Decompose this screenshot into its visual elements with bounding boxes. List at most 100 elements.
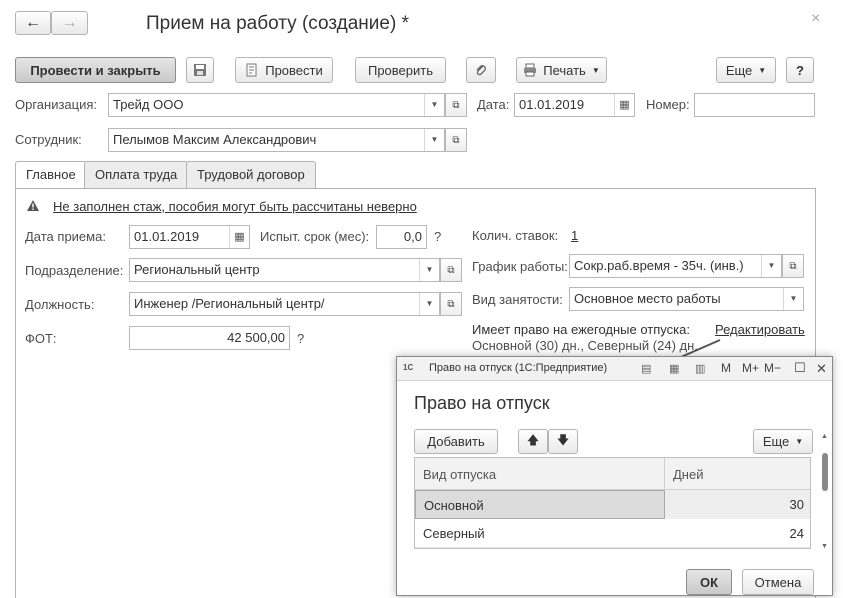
app-icon: 1С [403, 363, 414, 372]
calendar-icon[interactable]: ▦ [669, 362, 679, 375]
schedule-field[interactable]: Сокр.раб.время - 35ч. (инв.) ▼ [569, 254, 782, 278]
arrow-up-icon: 🡅 [526, 433, 540, 447]
close-icon[interactable]: ✕ [816, 361, 827, 377]
arrow-down-icon: 🡇 [556, 433, 570, 447]
post-doc-icon [246, 63, 257, 77]
position-field[interactable]: Инженер /Региональный центр/ ▼ [129, 292, 440, 316]
chevron-down-icon[interactable]: ▼ [761, 255, 781, 277]
table-row[interactable]: Северный 24 [415, 519, 810, 548]
employment-field[interactable]: Основное место работы ▼ [569, 287, 804, 311]
chevron-down-icon: ▼ [795, 437, 804, 446]
department-field[interactable]: Региональный центр ▼ [129, 258, 440, 282]
floppy-icon [194, 64, 206, 76]
open-department-button[interactable]: ⧉ [440, 258, 462, 282]
warning-icon [26, 199, 40, 215]
open-employee-button[interactable]: ⧉ [445, 128, 467, 152]
dialog-more-button[interactable]: Еще ▼ [753, 429, 813, 454]
table-cell-days[interactable]: 30 [665, 490, 810, 519]
print-button[interactable]: Печать ▼ [516, 57, 607, 83]
hire-date-label: Дата приема: [25, 229, 106, 244]
attach-button[interactable] [466, 57, 496, 83]
memory-minus-button[interactable]: M− [764, 361, 781, 375]
printer-icon [524, 63, 537, 77]
chevron-down-icon[interactable]: ▼ [783, 288, 803, 310]
close-icon[interactable]: × [811, 10, 820, 28]
open-schedule-button[interactable]: ⧉ [782, 254, 804, 278]
position-label: Должность: [25, 297, 95, 312]
check-button[interactable]: Проверить [355, 57, 446, 83]
scroll-thumb[interactable] [822, 453, 828, 491]
post-button[interactable]: Провести [235, 57, 333, 83]
arrow-right-icon: → [61, 14, 78, 31]
fot-help[interactable]: ? [297, 331, 304, 347]
table-cell-kind[interactable]: Северный [415, 519, 665, 547]
fot-label: ФОТ: [25, 331, 57, 346]
employee-label: Сотрудник: [15, 132, 82, 147]
number-field[interactable] [694, 93, 815, 117]
calendar-icon[interactable]: ▦ [614, 94, 634, 116]
doc-icon[interactable]: ▤ [641, 362, 651, 375]
memory-plus-button[interactable]: M+ [742, 361, 759, 375]
calendar-icon[interactable]: ▦ [229, 226, 249, 248]
chevron-down-icon[interactable]: ▼ [419, 259, 439, 281]
dialog-window-title: Право на отпуск (1С:Предприятие) [429, 362, 608, 374]
table-row[interactable]: Основной 30 [415, 490, 810, 519]
leave-table: Вид отпуска Дней Основной 30 Северный 24 [414, 457, 811, 549]
hire-date-field[interactable]: 01.01.2019 ▦ [129, 225, 250, 249]
table-scrollbar[interactable]: ▲ ▼ [821, 433, 829, 553]
chevron-down-icon[interactable]: ▼ [424, 129, 444, 151]
leave-rights-dialog: 1С Право на отпуск (1С:Предприятие) ▤ ▦ … [396, 356, 833, 596]
paperclip-icon [476, 65, 486, 76]
scroll-down-icon[interactable]: ▼ [821, 543, 828, 550]
page-title: Прием на работу (создание) * [146, 13, 409, 34]
employee-field[interactable]: Пелымов Максим Александрович ▼ [108, 128, 445, 152]
post-and-close-button[interactable]: Провести и закрыть [15, 57, 176, 83]
probation-help[interactable]: ? [434, 229, 441, 245]
add-button[interactable]: Добавить [414, 429, 498, 454]
tab-contract[interactable]: Трудовой договор [186, 161, 316, 188]
nav-forward-button[interactable]: → [51, 11, 88, 35]
chevron-down-icon: ▼ [758, 65, 767, 75]
tab-payment[interactable]: Оплата труда [84, 161, 189, 188]
move-down-button[interactable]: 🡇 [548, 429, 578, 454]
department-label: Подразделение: [25, 263, 124, 278]
more-button[interactable]: Еще ▼ [716, 57, 776, 83]
save-button[interactable] [186, 57, 214, 83]
maximize-icon[interactable]: ☐ [794, 360, 806, 376]
table-header: Вид отпуска Дней [415, 458, 810, 490]
dialog-titlebar: 1С Право на отпуск (1С:Предприятие) ▤ ▦ … [397, 357, 832, 381]
column-header-kind[interactable]: Вид отпуска [415, 458, 665, 489]
move-up-button[interactable]: 🡅 [518, 429, 548, 454]
probation-label: Испыт. срок (мес): [260, 229, 370, 244]
date-field[interactable]: 01.01.2019 ▦ [514, 93, 635, 117]
chevron-down-icon[interactable]: ▼ [419, 293, 439, 315]
calendar-grid-icon[interactable]: ▥ [695, 362, 705, 375]
leave-edit-link[interactable]: Редактировать [715, 322, 805, 337]
column-header-days[interactable]: Дней [665, 458, 810, 489]
scroll-up-icon[interactable]: ▲ [821, 433, 828, 440]
rates-label: Колич. ставок: [472, 228, 559, 243]
chevron-down-icon[interactable]: ▼ [424, 94, 444, 116]
open-organization-button[interactable]: ⧉ [445, 93, 467, 117]
fot-field[interactable]: 42 500,00 [129, 326, 290, 350]
tab-main[interactable]: Главное [15, 161, 87, 189]
date-label: Дата: [477, 97, 510, 112]
organization-field[interactable]: Трейд ООО ▼ [108, 93, 445, 117]
cancel-button[interactable]: Отмена [742, 569, 814, 595]
ok-button[interactable]: ОК [686, 569, 732, 595]
schedule-label: График работы: [472, 259, 568, 274]
nav-back-button[interactable]: ← [15, 11, 51, 35]
arrow-left-icon: ← [25, 14, 41, 31]
employment-label: Вид занятости: [472, 292, 563, 307]
warning-link[interactable]: Не заполнен стаж, пособия могут быть рас… [53, 199, 417, 214]
help-button[interactable]: ? [786, 57, 814, 83]
memory-button[interactable]: M [721, 361, 731, 375]
table-cell-days[interactable]: 24 [665, 519, 810, 547]
chevron-down-icon: ▼ [591, 65, 600, 75]
dialog-heading: Право на отпуск [414, 393, 550, 413]
rates-link[interactable]: 1 [571, 228, 578, 243]
number-label: Номер: [646, 97, 690, 112]
table-cell-kind[interactable]: Основной [415, 490, 665, 519]
open-position-button[interactable]: ⧉ [440, 292, 462, 316]
probation-field[interactable]: 0,0 [376, 225, 427, 249]
